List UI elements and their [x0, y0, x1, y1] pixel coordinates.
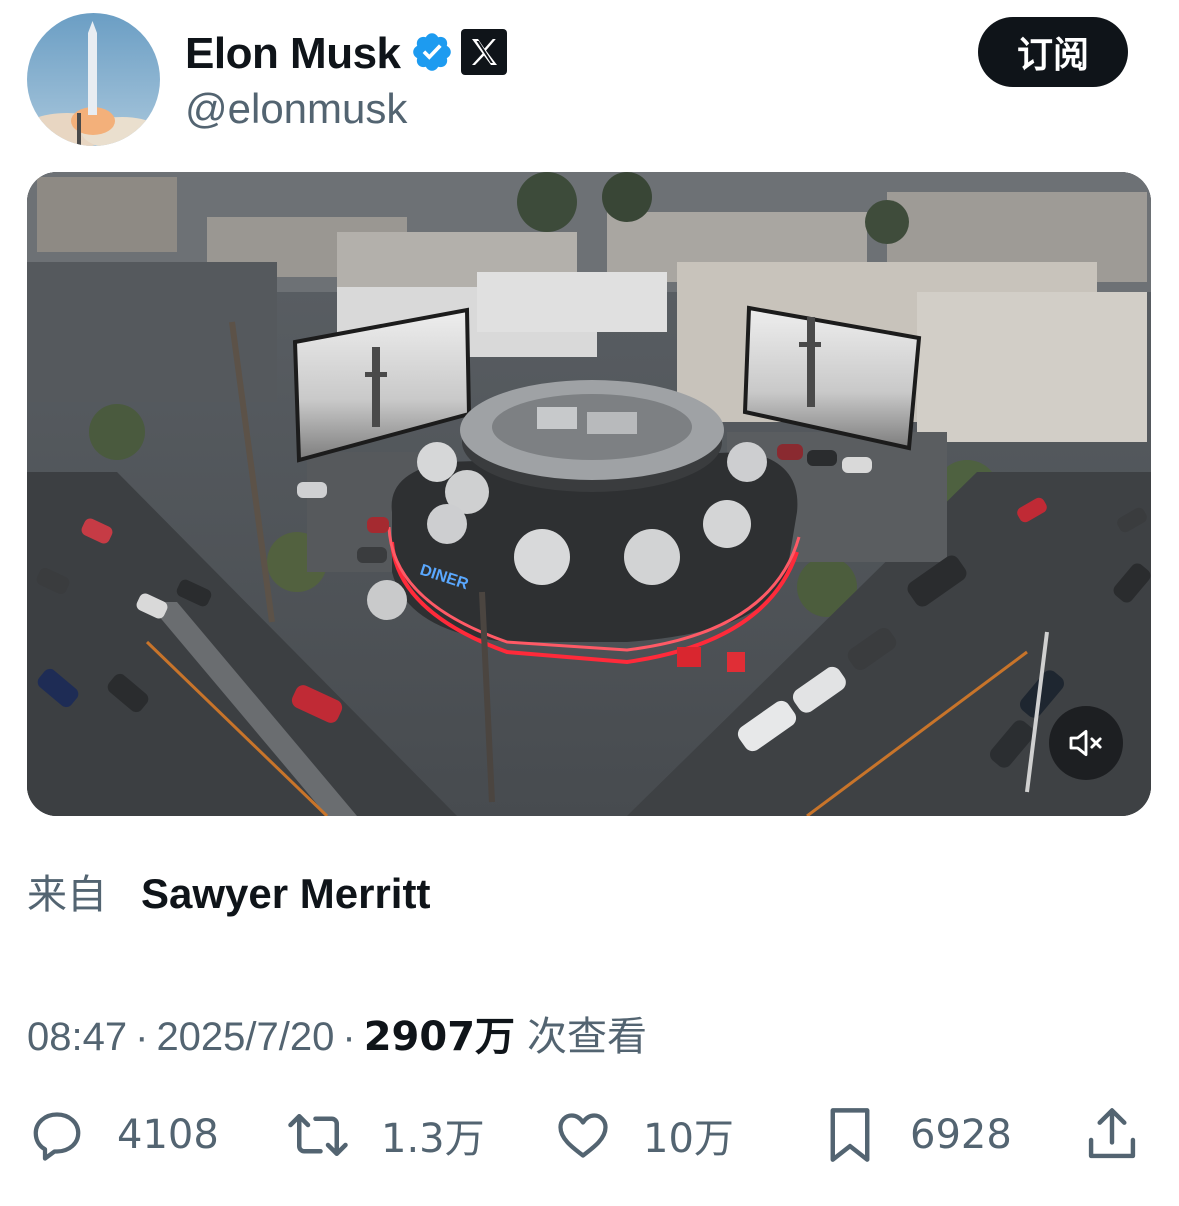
reply-count: 4108 — [117, 1112, 219, 1158]
bookmark-icon — [830, 1108, 870, 1162]
action-bar: 4108 1.3万 10万 6928 — [0, 1100, 1179, 1170]
video-frame-aerial-diner: DINER — [27, 172, 1151, 816]
views-label: 次查看 — [527, 1014, 648, 1060]
like-button[interactable]: 10万 — [553, 1100, 734, 1170]
post-meta: 08:47 · 2025/7/20 · 2907万 次查看 — [27, 1004, 647, 1062]
reply-bubble-icon — [33, 1112, 81, 1161]
speaker-muted-icon — [1069, 729, 1102, 757]
source-prefix: 来自 — [27, 872, 107, 918]
video-player[interactable]: DINER — [27, 172, 1151, 816]
avatar[interactable] — [27, 13, 160, 146]
repost-arrows-icon — [288, 1114, 348, 1156]
bookmark-button[interactable]: 6928 — [820, 1100, 1012, 1170]
source-attribution: 来自 Sawyer Merritt — [27, 862, 430, 920]
heart-icon — [558, 1113, 608, 1158]
share-button[interactable] — [1082, 1100, 1142, 1170]
separator-dot: · — [342, 1015, 356, 1059]
views-count: 2907万 — [363, 1014, 516, 1060]
subscribe-button[interactable]: 订阅 — [978, 17, 1128, 87]
like-count: 10万 — [643, 1116, 734, 1162]
post-date[interactable]: 2025/7/20 — [156, 1015, 334, 1060]
author-name[interactable]: Elon Musk — [185, 30, 401, 78]
share-upload-icon — [1088, 1108, 1136, 1159]
repost-count: 1.3万 — [381, 1116, 485, 1162]
author-handle[interactable]: @elonmusk — [185, 85, 407, 133]
avatar-rocket-image — [27, 13, 160, 146]
repost-button[interactable]: 1.3万 — [285, 1100, 485, 1170]
separator-dot: · — [135, 1015, 149, 1059]
reply-button[interactable]: 4108 — [27, 1100, 219, 1170]
verified-badge-icon — [410, 30, 454, 74]
post-time[interactable]: 08:47 — [27, 1015, 127, 1060]
bookmark-count: 6928 — [910, 1112, 1012, 1158]
x-logo-icon — [460, 28, 508, 76]
mute-toggle-button[interactable] — [1049, 706, 1123, 780]
source-author-link[interactable]: Sawyer Merritt — [141, 870, 430, 918]
